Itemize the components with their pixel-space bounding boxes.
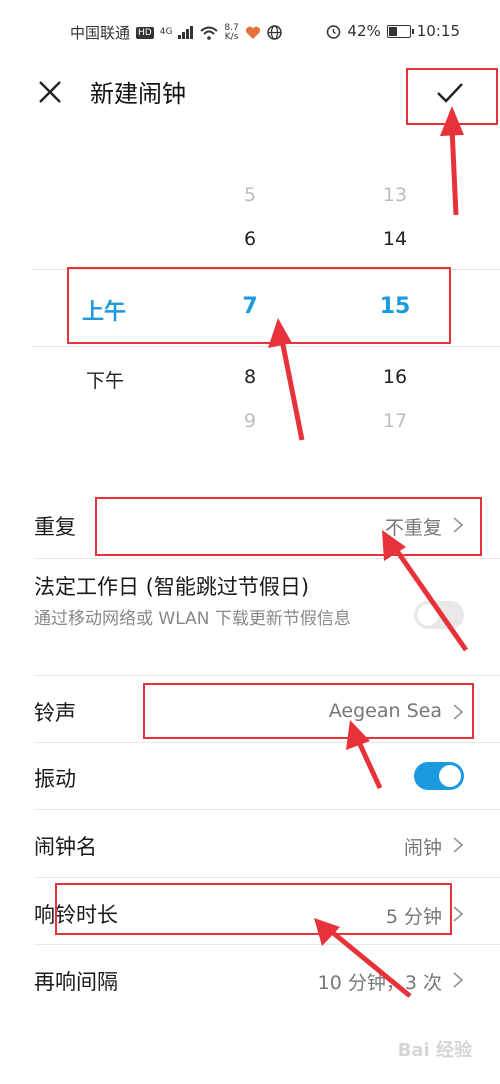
annotation-box-time: [67, 267, 451, 344]
vibrate-toggle[interactable]: [414, 762, 464, 790]
signal-icon: [178, 26, 194, 39]
chevron-right-icon: [453, 837, 464, 853]
setting-row-snooze[interactable]: 再响间隔 10 分钟，3 次: [0, 945, 500, 1011]
status-left: 中国联通 HD 4G 8.7 K/s: [70, 22, 282, 43]
network-type: 4G: [159, 27, 173, 37]
workday-toggle[interactable]: [414, 601, 464, 629]
alarm-name-label: 闹钟名: [34, 835, 97, 859]
setting-row-vibrate[interactable]: 振动: [0, 743, 500, 809]
annotation-box-confirm: [406, 68, 498, 125]
picker-hour-option[interactable]: 5: [244, 184, 256, 206]
picker-minute-option[interactable]: 14: [383, 228, 407, 250]
close-icon[interactable]: [36, 78, 64, 106]
battery-icon: [386, 24, 414, 38]
watermark: Bai 经验: [397, 1040, 472, 1061]
picker-divider-bottom: [32, 346, 500, 347]
repeat-label: 重复: [34, 515, 76, 539]
status-bar: 中国联通 HD 4G 8.7 K/s 42% 10:15: [0, 0, 500, 62]
health-heart-icon: [245, 26, 260, 39]
alarm-name-value: 闹钟: [403, 837, 442, 859]
picker-minute-option[interactable]: 17: [383, 410, 407, 432]
vibrate-label: 振动: [34, 767, 76, 791]
page-title: 新建闹钟: [90, 80, 186, 108]
chevron-right-icon: [453, 906, 464, 922]
status-right: 42% 10:15: [326, 22, 460, 40]
workday-label: 法定工作日 (智能跳过节假日): [34, 575, 310, 599]
globe-icon: [267, 25, 282, 40]
clock-time: 10:15: [416, 22, 460, 40]
setting-row-alarm-name[interactable]: 闹钟名 闹钟: [0, 810, 500, 877]
picker-ampm-option[interactable]: 下午: [86, 366, 124, 393]
toggle-knob: [417, 604, 439, 626]
annotation-box-ringtone: [143, 683, 474, 739]
ringtone-label: 铃声: [34, 701, 76, 725]
annotation-box-ring-duration: [55, 883, 452, 935]
picker-hour-option[interactable]: 6: [244, 228, 256, 250]
picker-hour-option[interactable]: 8: [244, 366, 256, 388]
chevron-right-icon: [453, 972, 464, 988]
snooze-label: 再响间隔: [34, 970, 118, 994]
setting-row-workday[interactable]: 法定工作日 (智能跳过节假日) 通过移动网络或 WLAN 下载更新节假信息: [0, 559, 500, 675]
picker-minute-option[interactable]: 16: [383, 366, 407, 388]
workday-subtitle: 通过移动网络或 WLAN 下载更新节假信息: [34, 609, 351, 629]
toggle-knob: [439, 765, 461, 787]
hd-badge: HD: [136, 26, 154, 39]
battery-percent: 42%: [347, 22, 381, 40]
snooze-value: 10 分钟，3 次: [317, 972, 442, 994]
picker-minute-option[interactable]: 13: [383, 184, 407, 206]
annotation-box-repeat: [95, 497, 482, 556]
wifi-icon: [200, 26, 219, 40]
battery-level-fill: [388, 26, 397, 36]
net-speed: 8.7 K/s: [224, 23, 239, 42]
alarm-clock-icon: [327, 24, 341, 39]
carrier-name: 中国联通: [70, 24, 131, 42]
picker-hour-option[interactable]: 9: [244, 410, 256, 432]
net-speed-unit: K/s: [224, 31, 239, 42]
